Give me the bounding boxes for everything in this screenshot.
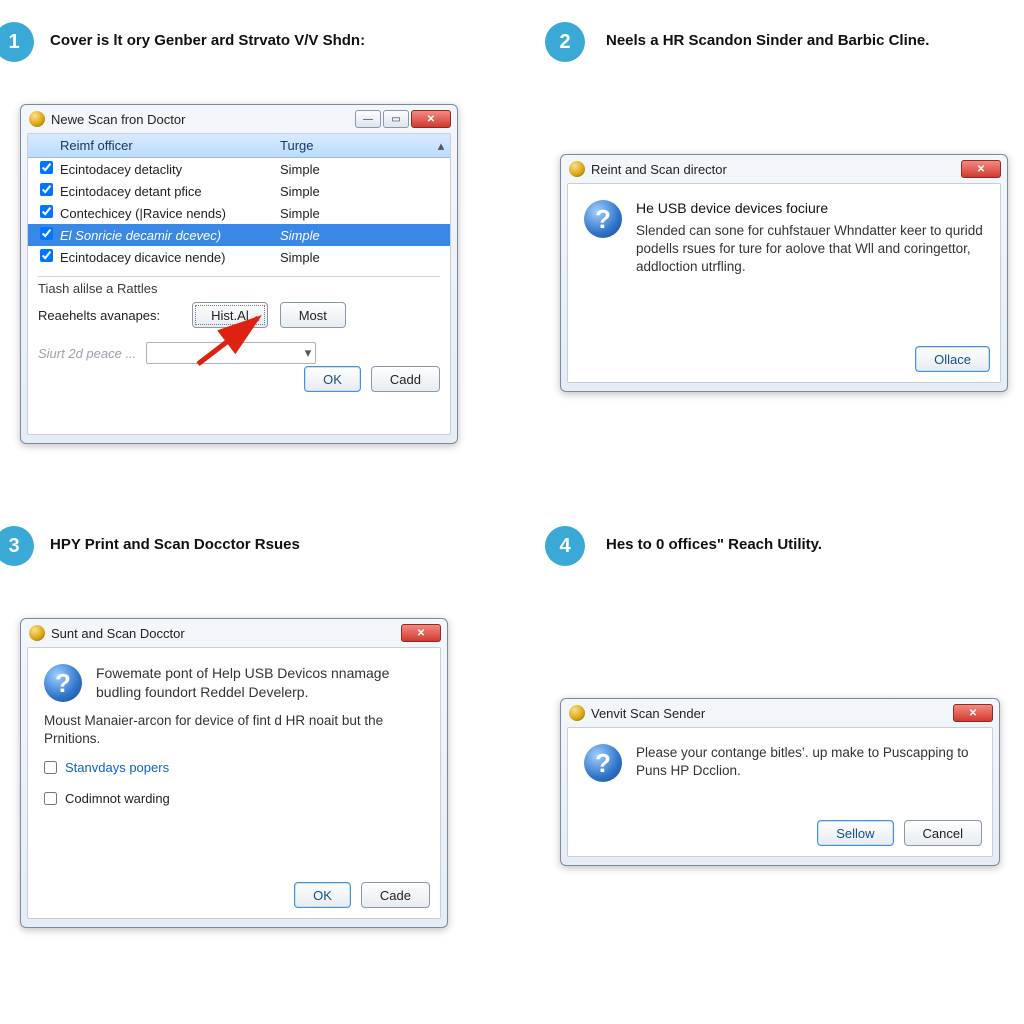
window-title: Venvit Scan Sender: [591, 706, 953, 721]
window-usb-info: Reint and Scan director ✕ ? He USB devic…: [560, 154, 1008, 392]
app-icon: [569, 161, 585, 177]
group-title: Tiash alilse a Rattles: [38, 281, 440, 296]
close-button[interactable]: ✕: [961, 160, 1001, 178]
message-headline: Fowemate pont of Help USB Devicos nnamag…: [96, 664, 424, 702]
cade-button[interactable]: Cade: [361, 882, 430, 908]
row-checkbox[interactable]: [40, 227, 53, 240]
step-2-label: Neels a HR Scandon Sinder and Barbic Cli…: [606, 32, 1006, 49]
window-title: Sunt and Scan Docctor: [51, 626, 401, 641]
step-2-badge: 2: [545, 22, 585, 62]
row-name: Ecintodacey detant pfice: [54, 184, 274, 199]
row-type: Simple: [274, 206, 432, 221]
sellow-button[interactable]: Sellow: [817, 820, 893, 846]
window-usb-warning: Sunt and Scan Docctor ✕ ? Fowemate pont …: [20, 618, 448, 928]
step-4-badge: 4: [545, 526, 585, 566]
ok-button[interactable]: OK: [294, 882, 351, 908]
options-group: Tiash alilse a Rattles Reaehelts avanape…: [38, 276, 440, 356]
window-scan-doctor: Newe Scan fron Doctor — ▭ ✕ Reimf office…: [20, 104, 458, 444]
question-icon: ?: [44, 664, 82, 702]
minimize-button[interactable]: —: [355, 110, 381, 128]
row-name: Ecintodacey detaclity: [54, 162, 274, 177]
row-name: Contechicey (|Ravice nends): [54, 206, 274, 221]
ok-button[interactable]: OK: [304, 366, 361, 392]
window-title: Newe Scan fron Doctor: [51, 112, 355, 127]
cancel-button[interactable]: Cancel: [904, 820, 982, 846]
step-1-badge: 1: [0, 22, 34, 62]
checkbox-stanvdays[interactable]: Stanvdays popers: [28, 758, 440, 777]
row-checkbox[interactable]: [40, 249, 53, 262]
app-icon: [569, 705, 585, 721]
list-item[interactable]: El Sonricie decamir dcevec)Simple: [28, 224, 450, 246]
row-name: Ecintodacey dicavice nende): [54, 250, 274, 265]
peace-combobox[interactable]: [146, 342, 316, 364]
ollace-button[interactable]: Ollace: [915, 346, 990, 372]
row-type: Simple: [274, 184, 432, 199]
cadd-button[interactable]: Cadd: [371, 366, 440, 392]
message-body: Moust Manaier-arcon for device of fint d…: [44, 712, 424, 748]
col-name[interactable]: Reimf officer: [54, 138, 274, 153]
row-checkbox[interactable]: [40, 161, 53, 174]
combo-label: Siurt 2d peace ...: [38, 346, 136, 361]
column-headers: Reimf officer Turge ▴: [28, 134, 450, 158]
most-button[interactable]: Most: [280, 302, 346, 328]
row-type: Simple: [274, 228, 432, 243]
question-icon: ?: [584, 200, 622, 238]
message-body: Slended can sone for cuhfstauer Whndatte…: [636, 222, 984, 277]
col-type[interactable]: Turge: [274, 138, 432, 153]
row-checkbox[interactable]: [40, 205, 53, 218]
row-type: Simple: [274, 162, 432, 177]
message-body: Please your contange bitles‛. up make to…: [636, 744, 976, 780]
checkbox-stanvdays-label: Stanvdays popers: [65, 760, 169, 775]
step-1-label: Cover is lt ory Genber ard Strvato V/V S…: [50, 32, 480, 49]
window-title: Reint and Scan director: [591, 162, 961, 177]
window-scan-sender: Venvit Scan Sender ✕ ? Please your conta…: [560, 698, 1000, 866]
step-4-label: Hes to 0 offices" Reach Utility.: [606, 536, 1006, 553]
list-item[interactable]: Ecintodacey detant pficeSimple: [28, 180, 450, 202]
close-button[interactable]: ✕: [401, 624, 441, 642]
row-name: El Sonricie decamir dcevec): [54, 228, 274, 243]
histal-button[interactable]: Hist.Al: [192, 302, 268, 328]
maximize-button[interactable]: ▭: [383, 110, 409, 128]
row-type: Simple: [274, 250, 432, 265]
checkbox-codimnot-box[interactable]: [44, 792, 57, 805]
checkbox-stanvdays-box[interactable]: [44, 761, 57, 774]
row-checkbox[interactable]: [40, 183, 53, 196]
list-item[interactable]: Ecintodacey detaclitySimple: [28, 158, 450, 180]
step-3-label: HPY Print and Scan Docctor Rsues: [50, 536, 480, 553]
close-button[interactable]: ✕: [411, 110, 451, 128]
close-button[interactable]: ✕: [953, 704, 993, 722]
list-item[interactable]: Ecintodacey dicavice nende)Simple: [28, 246, 450, 268]
app-icon: [29, 111, 45, 127]
app-icon: [29, 625, 45, 641]
scroll-up-icon[interactable]: ▴: [432, 136, 450, 156]
list-item[interactable]: Contechicey (|Ravice nends)Simple: [28, 202, 450, 224]
question-icon: ?: [584, 744, 622, 782]
step-3-badge: 3: [0, 526, 34, 566]
checkbox-codimnot[interactable]: Codimnot warding: [28, 789, 440, 808]
message-headline: He USB device devices fociure: [636, 200, 984, 216]
checkbox-codimnot-label: Codimnot warding: [65, 791, 170, 806]
group-sub-label: Reaehelts avanapes:: [38, 308, 160, 323]
